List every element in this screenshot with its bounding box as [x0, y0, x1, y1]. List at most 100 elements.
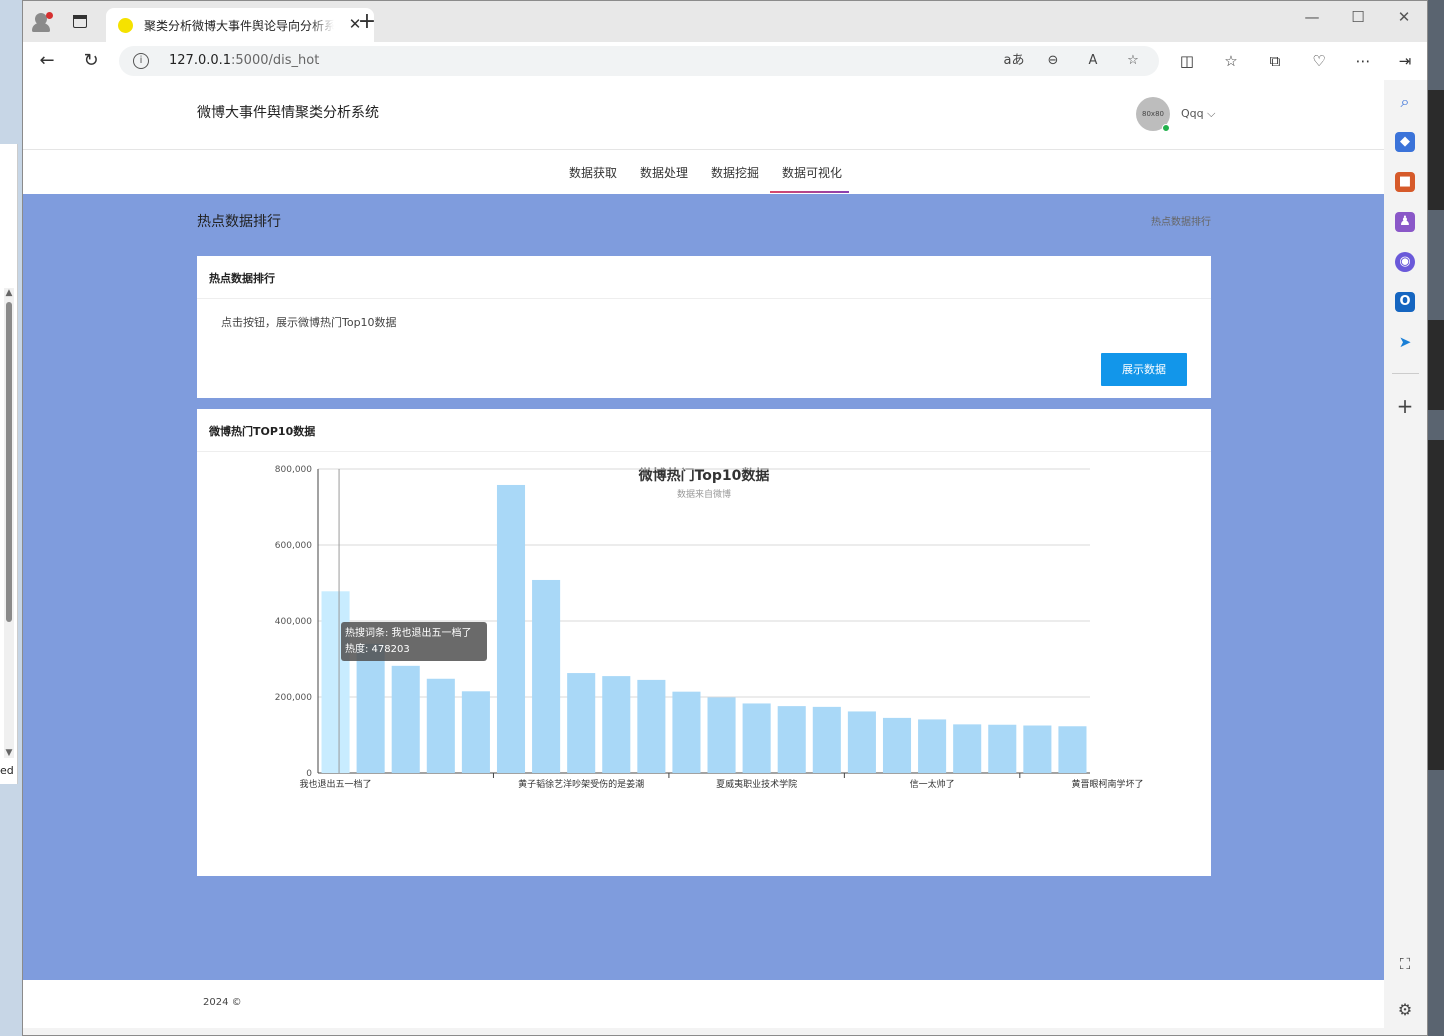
scroll-down-icon[interactable]: ▼ — [4, 748, 14, 758]
nav-active-indicator — [770, 191, 849, 193]
bar — [953, 724, 982, 773]
more-menu-icon[interactable]: ⋯ — [1352, 50, 1374, 72]
address-bar[interactable]: i 127.0.0.1:5000/dis_hot aあ ⊖ A ☆ — [119, 46, 1159, 76]
tab-actions-icon[interactable] — [68, 10, 92, 34]
user-menu[interactable]: Qqq ⌵ — [1181, 107, 1215, 121]
chart-subtitle: 数据来自微博 — [677, 488, 731, 500]
nav-item-data-visualization[interactable]: 数据可视化 — [782, 164, 842, 181]
sidebar-divider — [1392, 373, 1419, 374]
screenshot-icon[interactable]: ⛶ — [1395, 954, 1415, 974]
background-block — [1427, 90, 1444, 210]
bar — [356, 643, 385, 773]
x-tick-label: 黄晋眼柯南学坏了 — [1072, 778, 1144, 790]
nav-item-data-processing[interactable]: 数据处理 — [640, 164, 688, 181]
background-scrollbar[interactable]: ▲ ▼ — [4, 288, 14, 758]
background-block — [1427, 440, 1444, 770]
chart-title: 微博热门Top10数据 — [638, 467, 770, 484]
translate-icon[interactable]: aあ — [1003, 51, 1025, 71]
desktop-left-edge: ▲ ▼ ed — [0, 0, 22, 1036]
maximize-icon[interactable]: ☐ — [1343, 7, 1373, 27]
chart-tooltip: 热搜词条: 我也退出五一档了 热度: 478203 — [341, 622, 487, 661]
hot-ranking-card: 热点数据排行 点击按钮，展示微博热门Top10数据 展示数据 — [197, 256, 1211, 398]
bar-chart[interactable]: 微博热门Top10数据数据来自微博 0 200,000 400,000 600,000 8… — [197, 452, 1211, 876]
collections-icon[interactable]: ⧉ — [1264, 50, 1286, 72]
card-header: 微博热门TOP10数据 — [197, 409, 1211, 452]
bar — [637, 679, 666, 773]
y-tick-label: 800,000 — [275, 465, 312, 475]
tab-title: 聚类分析微博大事件舆论导向分析系统 — [144, 17, 334, 33]
nav-item-data-acquisition[interactable]: 数据获取 — [569, 164, 617, 181]
site-header: 微博大事件舆情聚类分析系统 80x80 Qqq ⌵ — [23, 80, 1384, 150]
bar — [1023, 725, 1052, 773]
y-tick-label: 200,000 — [275, 693, 312, 703]
new-tab-icon[interactable]: + — [357, 11, 377, 33]
sidebar-toggle-icon[interactable]: ⇥ — [1394, 50, 1416, 72]
add-icon[interactable]: + — [1395, 396, 1415, 416]
card-header: 热点数据排行 — [197, 256, 1211, 299]
search-icon[interactable]: ⌕ — [1395, 92, 1415, 112]
x-tick-label: 我也退出五一档了 — [300, 778, 372, 790]
y-tick-label: 400,000 — [275, 617, 312, 627]
bar — [988, 724, 1017, 773]
read-aloud-icon[interactable]: A — [1082, 51, 1104, 71]
tools-icon[interactable]: ■ — [1395, 172, 1415, 192]
scroll-thumb[interactable] — [6, 302, 12, 622]
tooltip-value: 热度: 478203 — [345, 644, 410, 655]
site-footer: 2024 © — [23, 980, 1384, 1028]
favorite-star-icon[interactable]: ☆ — [1122, 51, 1144, 71]
main-nav: 数据获取 数据处理 数据挖掘 数据可视化 — [23, 150, 1384, 194]
page-viewport: 微博大事件舆情聚类分析系统 80x80 Qqq ⌵ 数据获取 数据处理 数据挖掘… — [23, 80, 1384, 1028]
active-tab[interactable]: 聚类分析微博大事件舆论导向分析系统 ✕ — [106, 8, 374, 42]
shopping-tag-icon[interactable]: ◆ — [1395, 132, 1415, 152]
edge-sidebar: ⌕ ◆ ■ ♟ ◉ O ➤ + ⛶ ⚙ — [1384, 80, 1427, 1035]
site-brand[interactable]: 微博大事件舆情聚类分析系统 — [197, 102, 379, 122]
zoom-out-icon[interactable]: ⊖ — [1042, 51, 1064, 71]
profile-icon[interactable] — [30, 10, 54, 34]
card-description: 点击按钮，展示微博热门Top10数据 — [221, 316, 397, 329]
bar — [1058, 726, 1087, 773]
site-info-icon[interactable]: i — [133, 53, 149, 69]
top10-chart-card: 微博热门TOP10数据 微博热门Top10数据数据来自微博 0 200,000 400… — [197, 409, 1211, 876]
bar — [602, 676, 631, 773]
split-screen-icon[interactable]: ◫ — [1176, 50, 1198, 72]
refresh-icon[interactable]: ↻ — [80, 50, 102, 72]
scroll-up-icon[interactable]: ▲ — [4, 288, 14, 298]
bar — [321, 591, 350, 773]
browser-essentials-icon[interactable]: ♡ — [1308, 50, 1330, 72]
outlook-icon[interactable]: O — [1395, 292, 1415, 312]
bar — [532, 579, 561, 773]
favorites-icon[interactable]: ☆ — [1220, 50, 1242, 72]
online-status-icon — [1162, 124, 1170, 132]
show-data-button[interactable]: 展示数据 — [1101, 353, 1187, 386]
copyright: 2024 © — [203, 997, 242, 1008]
copilot-icon[interactable]: ◉ — [1395, 252, 1415, 272]
x-tick-label: 夏威夷职业技术学院 — [716, 778, 797, 790]
bar — [847, 711, 876, 773]
background-block — [1427, 320, 1444, 410]
y-tick-label: 0 — [306, 769, 312, 779]
bar — [426, 678, 455, 773]
nav-item-data-mining[interactable]: 数据挖掘 — [711, 164, 759, 181]
tooltip-title: 热搜词条: 我也退出五一档了 — [345, 628, 472, 639]
breadcrumb[interactable]: 热点数据排行 — [1151, 213, 1211, 228]
x-tick-label: 黄子韬徐艺洋吵架受伤的是姜潮 — [518, 778, 644, 790]
bar — [461, 691, 490, 773]
bar — [496, 484, 526, 773]
settings-icon[interactable]: ⚙ — [1395, 1000, 1415, 1020]
tab-strip: 聚类分析微博大事件舆论导向分析系统 ✕ + — ☐ ✕ — [23, 1, 1427, 42]
bar — [707, 697, 736, 773]
bar — [391, 665, 420, 773]
minimize-icon[interactable]: — — [1297, 7, 1327, 27]
send-icon[interactable]: ➤ — [1395, 332, 1415, 352]
bar — [777, 706, 806, 773]
close-window-icon[interactable]: ✕ — [1389, 7, 1419, 27]
bar — [742, 703, 771, 773]
bar — [672, 691, 701, 773]
back-icon[interactable]: ← — [36, 50, 58, 72]
main-content: 热点数据排行 热点数据排行 热点数据排行 点击按钮，展示微博热门Top10数据 … — [23, 194, 1384, 980]
browser-toolbar: ← ↻ i 127.0.0.1:5000/dis_hot aあ ⊖ A ☆ ◫ … — [23, 42, 1427, 80]
y-tick-label: 600,000 — [275, 541, 312, 551]
background-text: ed — [0, 764, 14, 777]
games-icon[interactable]: ♟ — [1395, 212, 1415, 232]
url-text[interactable]: 127.0.0.1:5000/dis_hot — [169, 53, 319, 68]
